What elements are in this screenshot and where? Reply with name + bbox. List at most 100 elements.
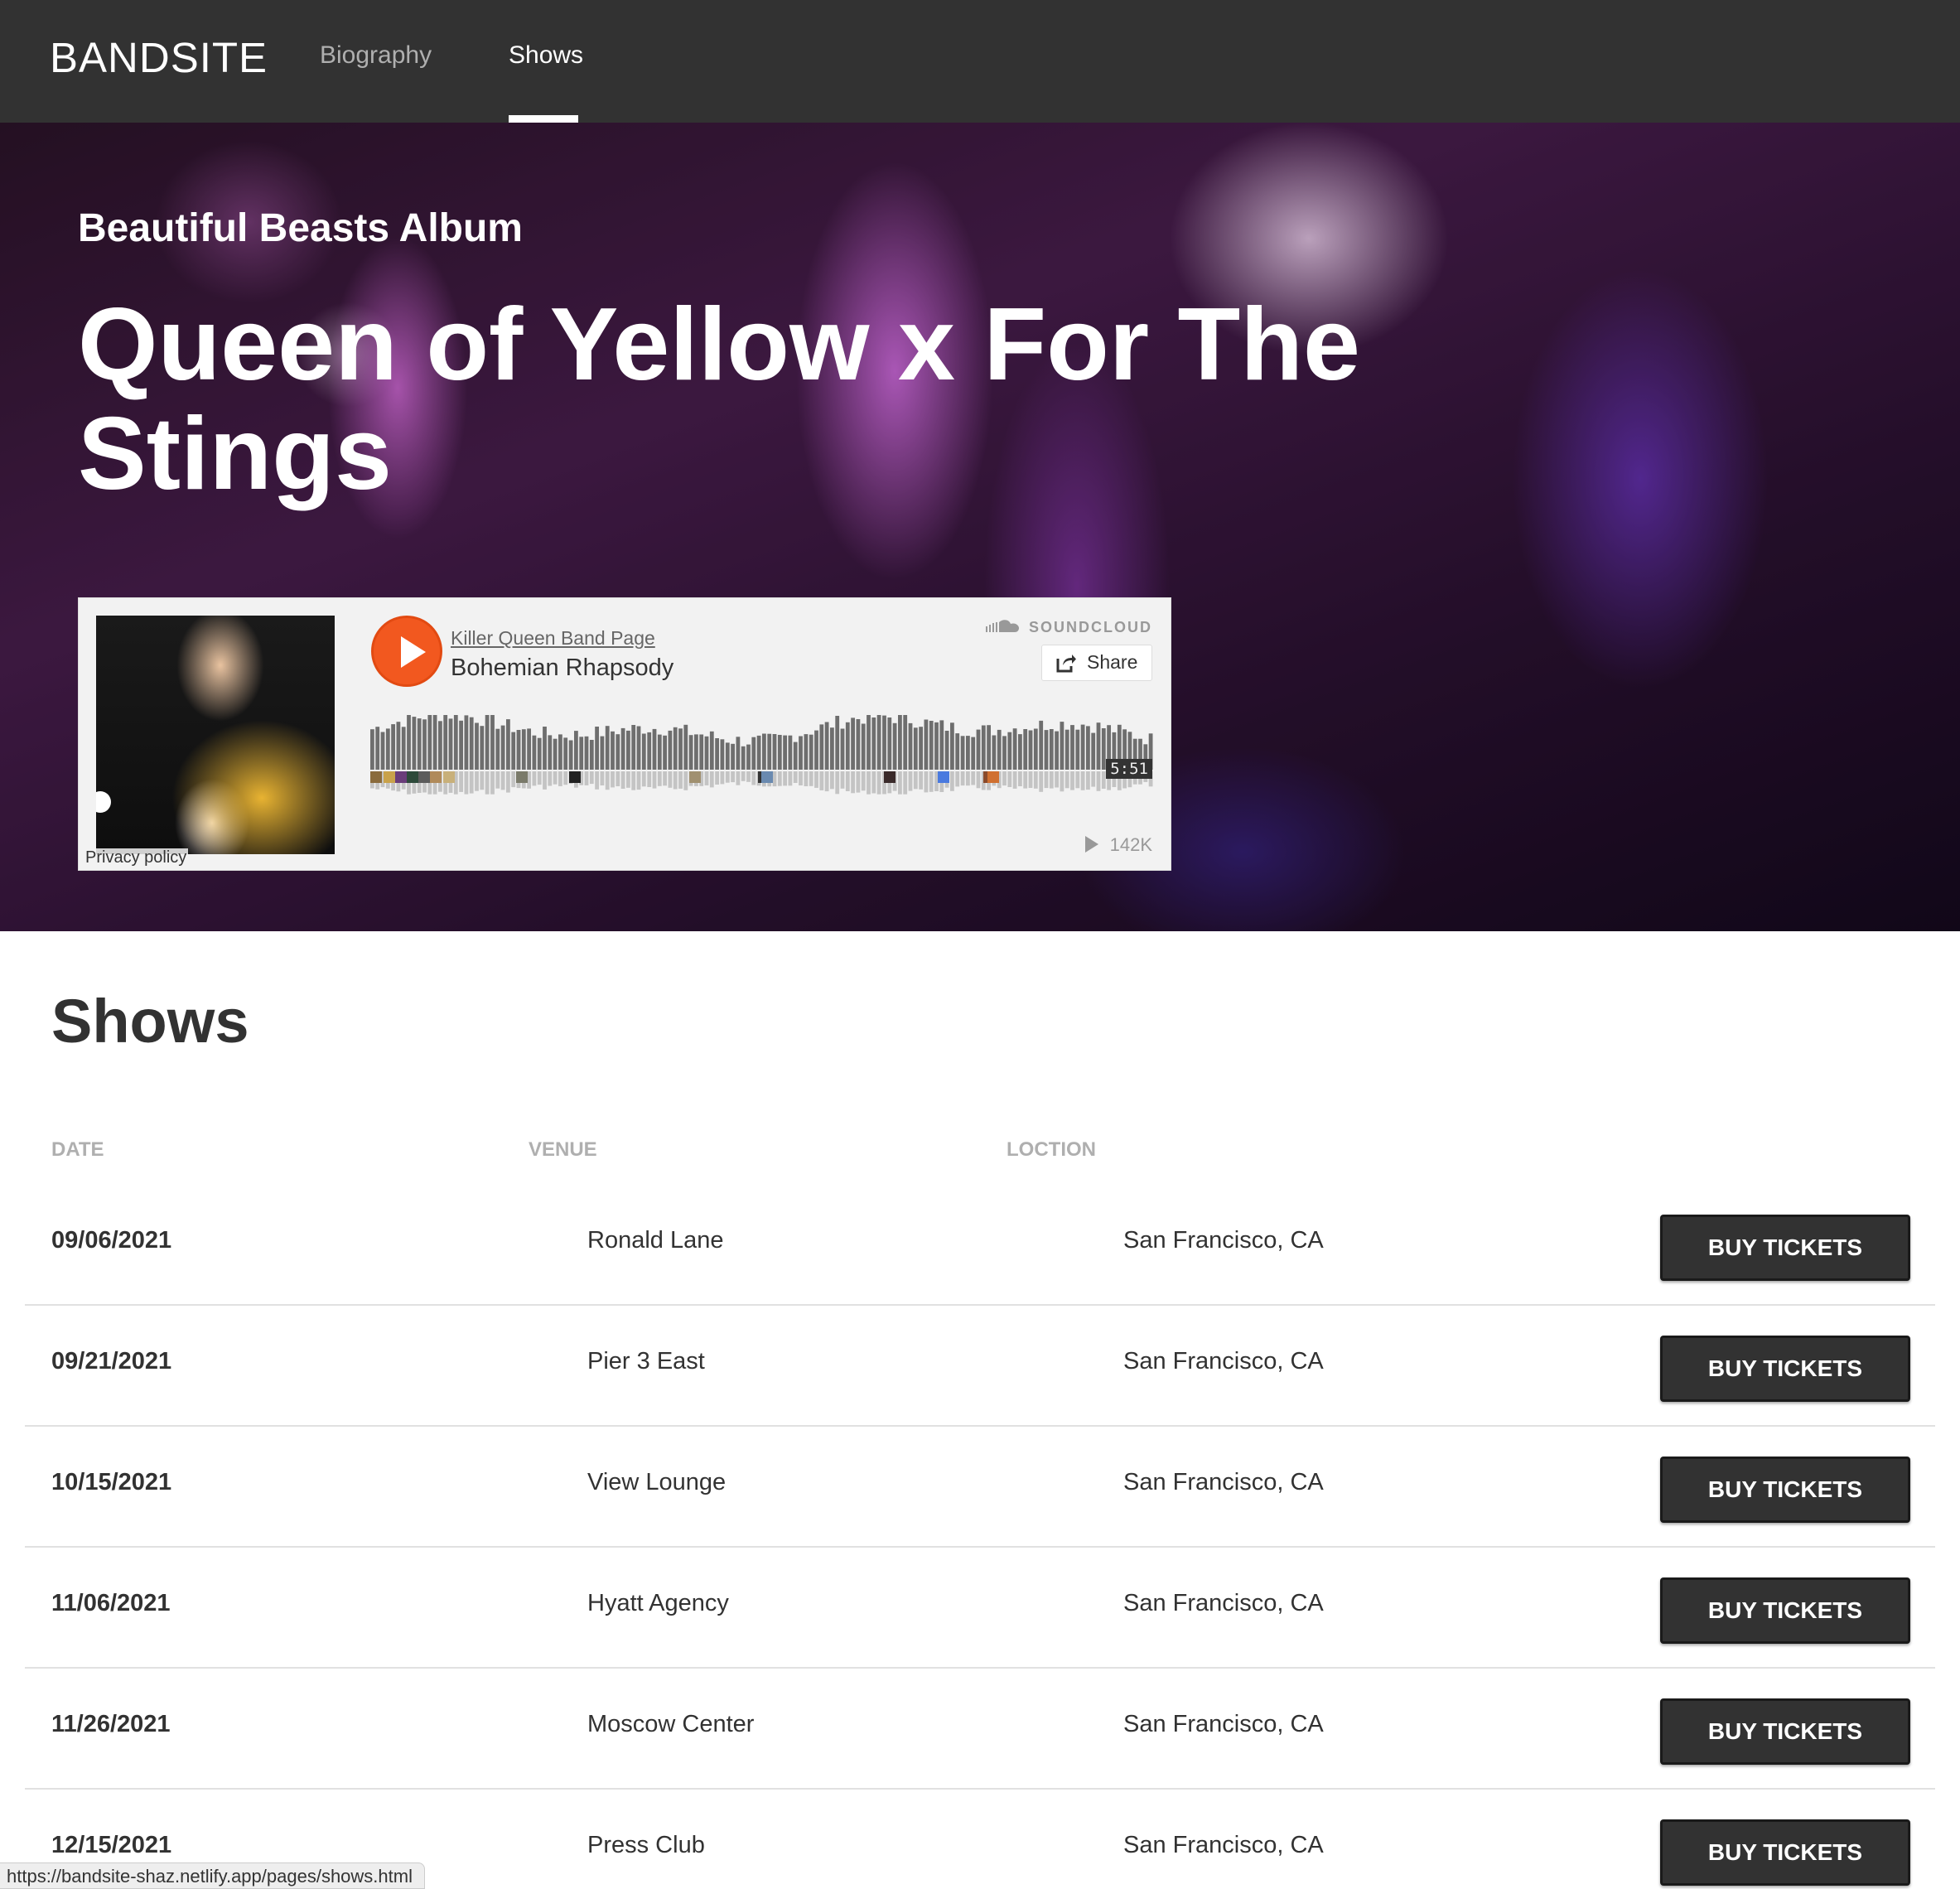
waveform-bar <box>448 718 453 770</box>
comment-avatar[interactable] <box>689 771 701 783</box>
waveform-bar <box>616 734 620 770</box>
share-button[interactable]: Share <box>1041 645 1152 681</box>
comment-avatar[interactable] <box>418 771 430 783</box>
waveform-bar <box>741 746 746 770</box>
show-date: 10/15/2021 <box>51 1469 172 1495</box>
waveform-bar <box>370 729 374 770</box>
privacy-policy-link[interactable]: Privacy policy <box>84 848 189 867</box>
waveform-reflection-bar <box>1012 771 1017 789</box>
buy-tickets-button[interactable]: BUY TICKETS <box>1660 1215 1910 1281</box>
show-row[interactable]: 11/26/2021 Moscow Center San Francisco, … <box>25 1669 1935 1790</box>
waveform-reflection-bar <box>955 771 960 787</box>
nav-link-biography[interactable]: Biography <box>320 41 432 70</box>
column-header-date: DATE <box>51 1138 104 1161</box>
waveform-reflection-bar <box>966 771 970 786</box>
waveform-reflection-bar <box>851 771 855 794</box>
track-title[interactable]: Bohemian Rhapsody <box>451 655 673 682</box>
show-venue: Press Club <box>587 1832 705 1858</box>
waveform-reflection-bar <box>605 771 610 790</box>
waveform-bar <box>464 715 469 770</box>
waveform-reflection-bar <box>480 771 485 790</box>
comment-avatar[interactable] <box>938 771 949 783</box>
waveform-reflection-bar <box>1070 771 1074 790</box>
buy-tickets-button[interactable]: BUY TICKETS <box>1660 1819 1910 1886</box>
waveform-bar <box>856 719 861 770</box>
comment-avatar[interactable] <box>407 771 418 783</box>
soundcloud-brand[interactable]: SOUNDCLOUD <box>986 619 1152 636</box>
waveform-bar <box>480 726 485 770</box>
waveform-reflection-bar <box>490 771 495 795</box>
waveform-bar <box>939 720 944 770</box>
album-artwork[interactable] <box>96 616 335 854</box>
waveform-bar <box>892 722 897 770</box>
waveform-reflection-bar <box>741 771 746 781</box>
waveform-bar <box>1064 729 1069 770</box>
waveform-bar <box>736 737 741 770</box>
column-header-venue: VENUE <box>529 1138 597 1161</box>
waveform-bar <box>840 728 845 770</box>
waveform-bar <box>720 739 725 770</box>
waveform-bar <box>385 728 390 770</box>
waveform-bar <box>871 717 876 770</box>
buy-tickets-button[interactable]: BUY TICKETS <box>1660 1577 1910 1644</box>
waveform-reflection-bar <box>772 771 777 787</box>
waveform-bar <box>375 727 380 770</box>
waveform-bar <box>495 728 500 770</box>
plays-count-icon <box>1084 836 1098 853</box>
waveform-bar <box>1039 720 1044 770</box>
waveform-reflection-bar <box>793 771 798 783</box>
waveform-bar <box>793 742 798 770</box>
show-row[interactable]: 11/06/2021 Hyatt Agency San Francisco, C… <box>25 1548 1935 1669</box>
waveform-bar <box>626 730 630 770</box>
waveform-reflection-bar <box>485 771 490 795</box>
waveform-bar <box>657 734 662 770</box>
waveform-reflection-bar <box>908 771 913 791</box>
comment-avatar[interactable] <box>430 771 442 783</box>
waveform-reflection-bar <box>1075 771 1080 789</box>
comment-avatar[interactable] <box>569 771 581 783</box>
comment-avatar[interactable] <box>884 771 896 783</box>
waveform-reflection-bar <box>595 771 599 790</box>
show-row[interactable]: 09/21/2021 Pier 3 East San Francisco, CA… <box>25 1306 1935 1427</box>
waveform[interactable] <box>370 710 1154 805</box>
artist-link[interactable]: Killer Queen Band Page <box>451 627 655 650</box>
waveform-bar <box>1028 730 1033 770</box>
waveform-reflection-bar <box>641 771 646 787</box>
comment-avatar[interactable] <box>395 771 407 783</box>
waveform-bar <box>851 717 855 770</box>
buy-tickets-button[interactable]: BUY TICKETS <box>1660 1457 1910 1523</box>
waveform-bar <box>427 715 432 770</box>
waveform-bar <box>934 722 939 770</box>
comment-avatar[interactable] <box>443 771 455 783</box>
hero-subtitle: Beautiful Beasts Album <box>78 206 523 250</box>
waveform-bar <box>380 732 385 770</box>
waveform-bar <box>1075 729 1080 770</box>
show-row[interactable]: 10/15/2021 View Lounge San Francisco, CA… <box>25 1427 1935 1548</box>
waveform-bar <box>543 727 547 770</box>
waveform-bar <box>391 724 395 770</box>
waveform-reflection-bar <box>1039 771 1044 792</box>
waveform-reflection-bar <box>469 771 474 794</box>
comment-avatar[interactable] <box>370 771 382 783</box>
waveform-bar <box>971 737 976 770</box>
waveform-reflection-bar <box>1055 771 1059 788</box>
play-button[interactable] <box>371 616 442 687</box>
waveform-reflection-bar <box>459 771 463 792</box>
waveform-bar <box>584 736 589 770</box>
comment-avatar[interactable] <box>987 771 999 783</box>
waveform-bar <box>709 731 714 770</box>
comment-avatar[interactable] <box>384 771 395 783</box>
nav-link-shows[interactable]: Shows <box>509 41 583 70</box>
waveform-bar <box>1007 732 1012 770</box>
site-logo[interactable]: BANDSITE <box>50 33 268 82</box>
waveform-bar <box>600 736 605 770</box>
buy-tickets-button[interactable]: BUY TICKETS <box>1660 1698 1910 1765</box>
comment-avatar[interactable] <box>516 771 528 783</box>
waveform-reflection-bar <box>783 771 787 786</box>
buy-tickets-button[interactable]: BUY TICKETS <box>1660 1336 1910 1402</box>
show-date: 11/06/2021 <box>51 1590 171 1616</box>
show-row[interactable]: 09/06/2021 Ronald Lane San Francisco, CA… <box>25 1185 1935 1306</box>
comment-avatar[interactable] <box>761 771 773 783</box>
waveform-bar <box>944 731 949 770</box>
waveform-bar <box>605 726 610 770</box>
